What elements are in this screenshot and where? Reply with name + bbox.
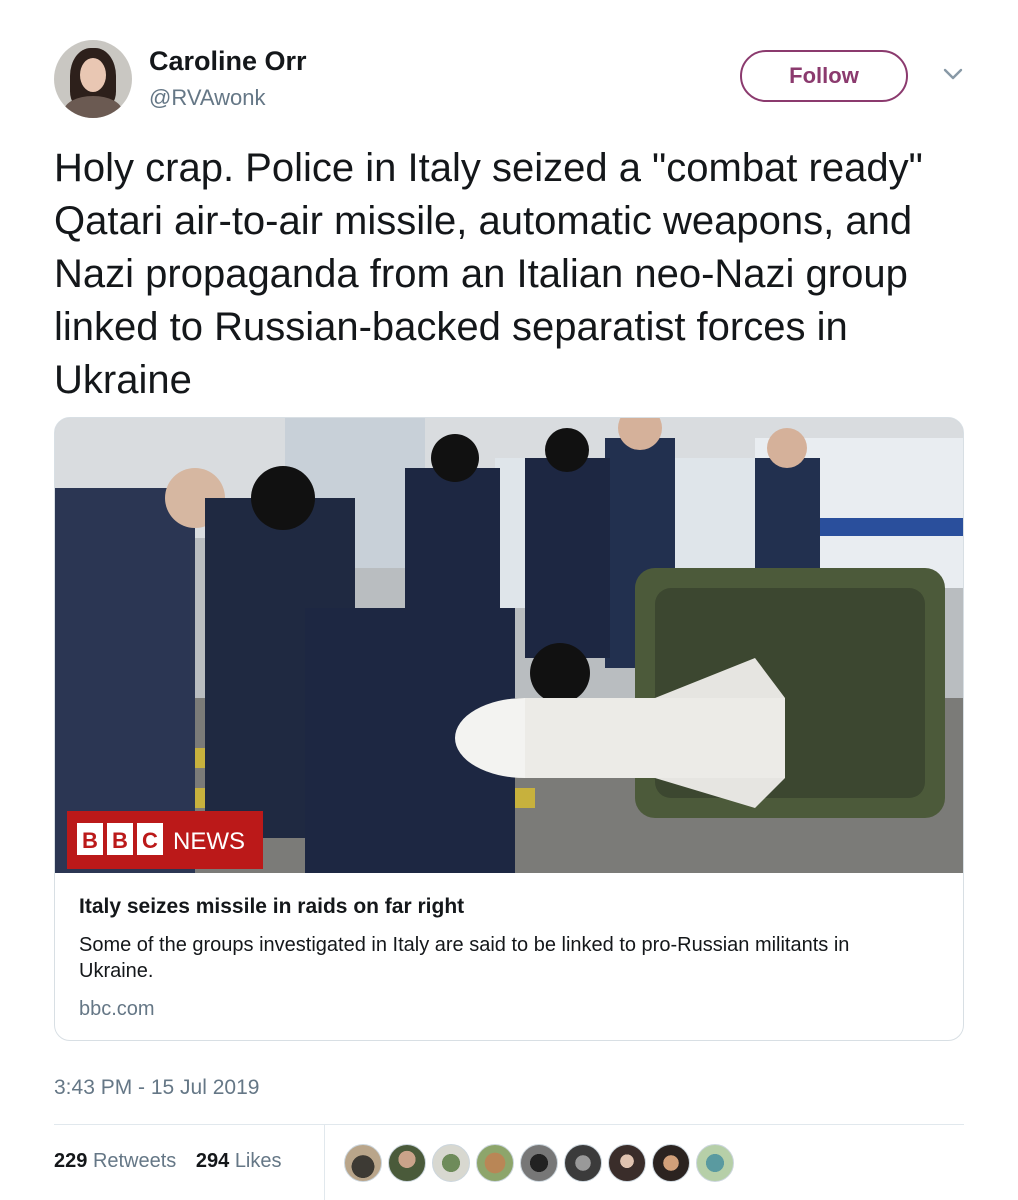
likes-count: 294 xyxy=(195,1150,230,1172)
svg-text:C: C xyxy=(142,828,158,853)
retweets-label: Retweets xyxy=(92,1150,177,1172)
divider xyxy=(54,1124,964,1125)
liker-avatar[interactable] xyxy=(564,1144,602,1182)
author-handle[interactable]: @RVAwonk xyxy=(149,85,266,111)
liker-avatar[interactable] xyxy=(520,1144,558,1182)
liker-avatar[interactable] xyxy=(388,1144,426,1182)
svg-text:NEWS: NEWS xyxy=(173,828,245,855)
author-name[interactable]: Caroline Orr xyxy=(149,46,307,77)
likes-label: Likes xyxy=(234,1150,282,1172)
likes-stat[interactable]: 294 Likes xyxy=(196,1150,282,1173)
follow-button[interactable]: Follow xyxy=(740,50,908,102)
engagement-stats: 229 Retweets 294 Likes xyxy=(54,1150,296,1173)
retweets-stat[interactable]: 229 Retweets xyxy=(54,1150,176,1173)
liker-avatar[interactable] xyxy=(476,1144,514,1182)
card-title[interactable]: Italy seizes missile in raids on far rig… xyxy=(79,895,464,919)
tweet-timestamp[interactable]: 3:43 PM - 15 Jul 2019 xyxy=(54,1076,259,1100)
liker-avatars xyxy=(344,1144,734,1182)
card-domain: bbc.com xyxy=(79,998,155,1020)
retweets-count: 229 xyxy=(54,1150,88,1172)
tweet-text: Holy crap. Police in Italy seized a "com… xyxy=(54,146,923,402)
svg-text:B: B xyxy=(112,828,128,853)
svg-text:B: B xyxy=(82,828,98,853)
link-card[interactable]: B B C NEWS Italy seizes missile in raids… xyxy=(54,417,964,1041)
liker-avatar[interactable] xyxy=(696,1144,734,1182)
card-image[interactable]: B B C NEWS xyxy=(55,418,964,873)
stats-separator xyxy=(324,1124,325,1200)
chevron-down-icon[interactable] xyxy=(942,66,964,82)
liker-avatar[interactable] xyxy=(652,1144,690,1182)
liker-avatar[interactable] xyxy=(344,1144,382,1182)
liker-avatar[interactable] xyxy=(608,1144,646,1182)
liker-avatar[interactable] xyxy=(432,1144,470,1182)
author-avatar[interactable] xyxy=(54,40,132,118)
card-description: Some of the groups investigated in Italy… xyxy=(79,934,850,982)
